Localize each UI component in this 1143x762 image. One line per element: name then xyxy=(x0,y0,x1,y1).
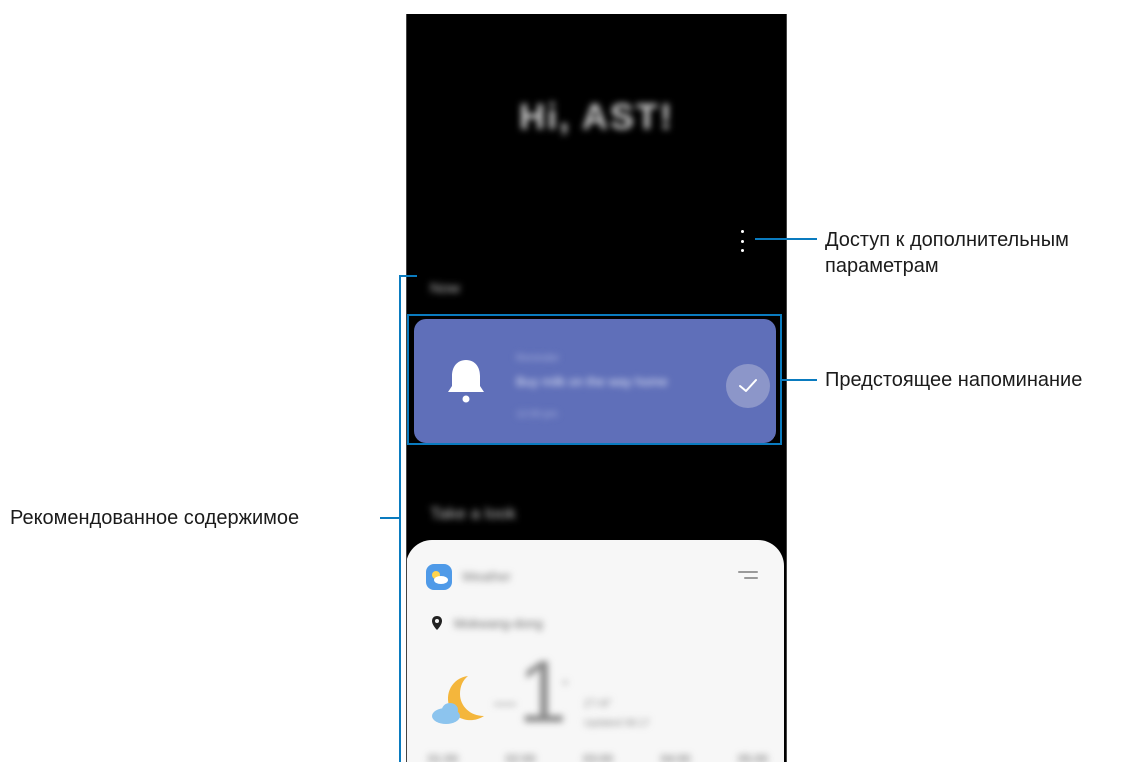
weather-app-icon xyxy=(426,564,452,590)
callout-line-more-options xyxy=(755,238,817,240)
callout-more-options-text: Доступ к дополнительным параметрам xyxy=(825,229,1069,277)
weather-updated: Updated 08:17 xyxy=(584,718,650,729)
hourly-forecast: 01:00 02:00 03:00 04:00 05:00 xyxy=(428,752,768,762)
weather-card[interactable]: Weather Mokwang-dong — 1 ° 2°/-8° Update… xyxy=(406,540,784,762)
temperature-range: 2°/-8° xyxy=(584,698,612,710)
callout-upcoming-reminder: Предстоящее напоминание xyxy=(825,369,1083,391)
weather-title: Weather xyxy=(462,569,511,584)
temperature-unit: ° xyxy=(562,678,569,695)
callout-more-options: Доступ к дополнительным параметрам xyxy=(825,227,1135,279)
greeting: Hi, AST! xyxy=(519,96,674,137)
callout-recommended-content: Рекомендованное содержимое xyxy=(10,507,300,529)
section-now-heading: Now xyxy=(430,280,461,297)
hour-label: 01:00 xyxy=(428,752,459,762)
bracket-top xyxy=(399,275,417,277)
hour-label: 02:00 xyxy=(505,752,536,762)
hour-label: 03:00 xyxy=(582,752,613,762)
temperature-dash: — xyxy=(494,690,516,715)
reminder-highlight-frame xyxy=(407,314,782,445)
moon-cloud-icon xyxy=(432,676,484,724)
callout-line-reminder xyxy=(782,379,817,381)
callout-line-recommended xyxy=(380,517,400,519)
hour-label: 04:00 xyxy=(660,752,691,762)
location-pin-icon xyxy=(432,616,442,630)
hour-label: 05:00 xyxy=(737,752,768,762)
collapse-icon[interactable] xyxy=(738,571,758,581)
location-name: Mokwang-dong xyxy=(454,616,543,631)
more-options-icon[interactable] xyxy=(735,230,749,252)
current-temperature: 1 xyxy=(518,642,567,741)
section-take-a-look-heading: Take a look xyxy=(430,504,516,523)
